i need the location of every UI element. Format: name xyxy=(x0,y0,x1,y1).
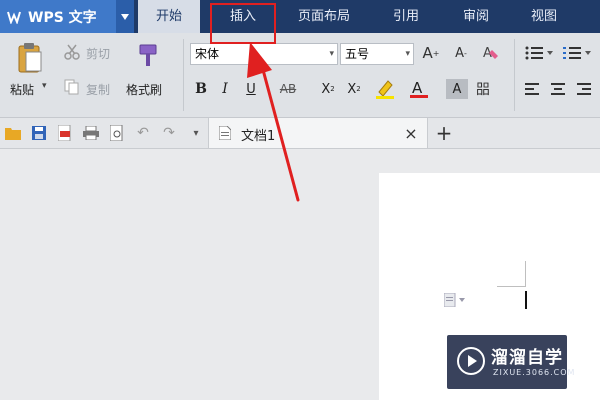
format-painter-button[interactable]: 格式刷 xyxy=(126,81,162,98)
copy-icon[interactable] xyxy=(62,78,82,96)
chevron-down-icon: ▾ xyxy=(405,49,410,59)
paste-dropdown-icon[interactable]: ▾ xyxy=(42,81,47,91)
watermark-badge: 溜溜自学 ZIXUE.3066.COM xyxy=(447,335,574,389)
chevron-down-icon: ▾ xyxy=(329,49,334,59)
app-menu-button[interactable]: WPS 文字 xyxy=(0,0,134,33)
ribbon-divider xyxy=(183,39,184,111)
paste-button[interactable] xyxy=(12,41,48,75)
export-pdf-icon[interactable] xyxy=(56,124,74,142)
wps-logo-icon xyxy=(6,9,22,25)
app-menu-dropdown-icon[interactable] xyxy=(116,0,134,33)
strikethrough-icon[interactable]: AB xyxy=(272,79,304,99)
tab-references[interactable]: 引用 xyxy=(376,0,436,33)
align-left-icon[interactable] xyxy=(522,79,542,99)
svg-text:A: A xyxy=(412,79,423,97)
tab-page-layout[interactable]: 页面布局 xyxy=(284,0,364,33)
superscript-icon[interactable]: X2 xyxy=(318,79,338,99)
new-tab-plus-icon[interactable]: + xyxy=(432,121,456,145)
watermark-brand: 溜溜自学 xyxy=(491,348,563,368)
svg-text:㗊: 㗊 xyxy=(476,82,490,98)
print-preview-icon[interactable] xyxy=(108,124,126,142)
scissors-icon[interactable] xyxy=(62,43,82,61)
paste-options-icon[interactable] xyxy=(443,290,467,310)
phonetic-guide-icon[interactable]: 㗊 xyxy=(472,77,502,101)
italic-icon[interactable]: I xyxy=(216,79,234,99)
ribbon-divider xyxy=(514,39,515,111)
redo-icon[interactable]: ↷ xyxy=(160,124,178,142)
document-tab-title: 文档1 xyxy=(241,129,276,144)
customize-toolbar-icon[interactable]: ▾ xyxy=(188,124,204,142)
document-icon xyxy=(217,124,233,142)
app-name: WPS 文字 xyxy=(28,9,97,26)
font-name-value: 宋体 xyxy=(195,47,220,61)
bullet-list-icon[interactable] xyxy=(522,43,556,63)
play-logo-icon xyxy=(455,345,487,377)
font-size-value: 五号 xyxy=(345,47,370,61)
save-icon[interactable] xyxy=(30,124,48,142)
char-shading-icon[interactable]: A xyxy=(446,79,468,99)
highlight-color-icon[interactable] xyxy=(372,77,398,101)
shrink-font-icon[interactable]: A- xyxy=(450,42,472,64)
copy-button[interactable]: 复制 xyxy=(86,81,110,98)
tab-review[interactable]: 审阅 xyxy=(446,0,506,33)
tab-view[interactable]: 视图 xyxy=(514,0,574,33)
open-folder-icon[interactable] xyxy=(4,124,22,142)
font-size-select[interactable]: 五号 ▾ xyxy=(340,43,414,65)
insert-tab-highlight-box xyxy=(210,3,276,44)
paste-label[interactable]: 粘贴 xyxy=(10,81,34,98)
numbered-list-icon[interactable] xyxy=(560,43,594,63)
cut-button[interactable]: 剪切 xyxy=(86,45,110,62)
font-name-select[interactable]: 宋体 ▾ xyxy=(190,43,338,65)
bold-icon[interactable]: B xyxy=(192,79,210,99)
undo-icon[interactable]: ↶ xyxy=(134,124,152,142)
tab-home[interactable]: 开始 xyxy=(138,0,200,33)
ribbon-tab-bar: WPS 文字 开始 插入 页面布局 引用 审阅 视图 xyxy=(0,0,600,33)
align-center-icon[interactable] xyxy=(548,79,568,99)
close-tab-icon[interactable]: × xyxy=(401,123,421,143)
grow-font-icon[interactable]: A + xyxy=(420,42,442,64)
format-painter-icon[interactable] xyxy=(134,41,162,71)
document-tab[interactable]: 文档1 × xyxy=(208,118,428,148)
print-icon[interactable] xyxy=(82,124,100,142)
margin-marker-horizontal xyxy=(497,286,525,287)
align-right-icon[interactable] xyxy=(574,79,594,99)
text-cursor xyxy=(525,291,527,309)
quick-access-toolbar: ↶ ↷ ▾ 文档1 × + xyxy=(0,118,600,149)
clear-format-icon[interactable]: A xyxy=(480,42,502,64)
margin-marker-vertical xyxy=(525,261,526,287)
ribbon-home: 粘贴 ▾ 剪切 复制 格式刷 宋体 ▾ 五号 ▾ A + A- A B I U A… xyxy=(0,33,600,118)
watermark-site: ZIXUE.3066.COM xyxy=(493,368,576,377)
font-color-icon[interactable]: A xyxy=(406,77,432,101)
clipboard-icon xyxy=(18,43,42,73)
subscript-icon[interactable]: X2 xyxy=(344,79,364,99)
underline-icon[interactable]: U xyxy=(240,79,262,99)
